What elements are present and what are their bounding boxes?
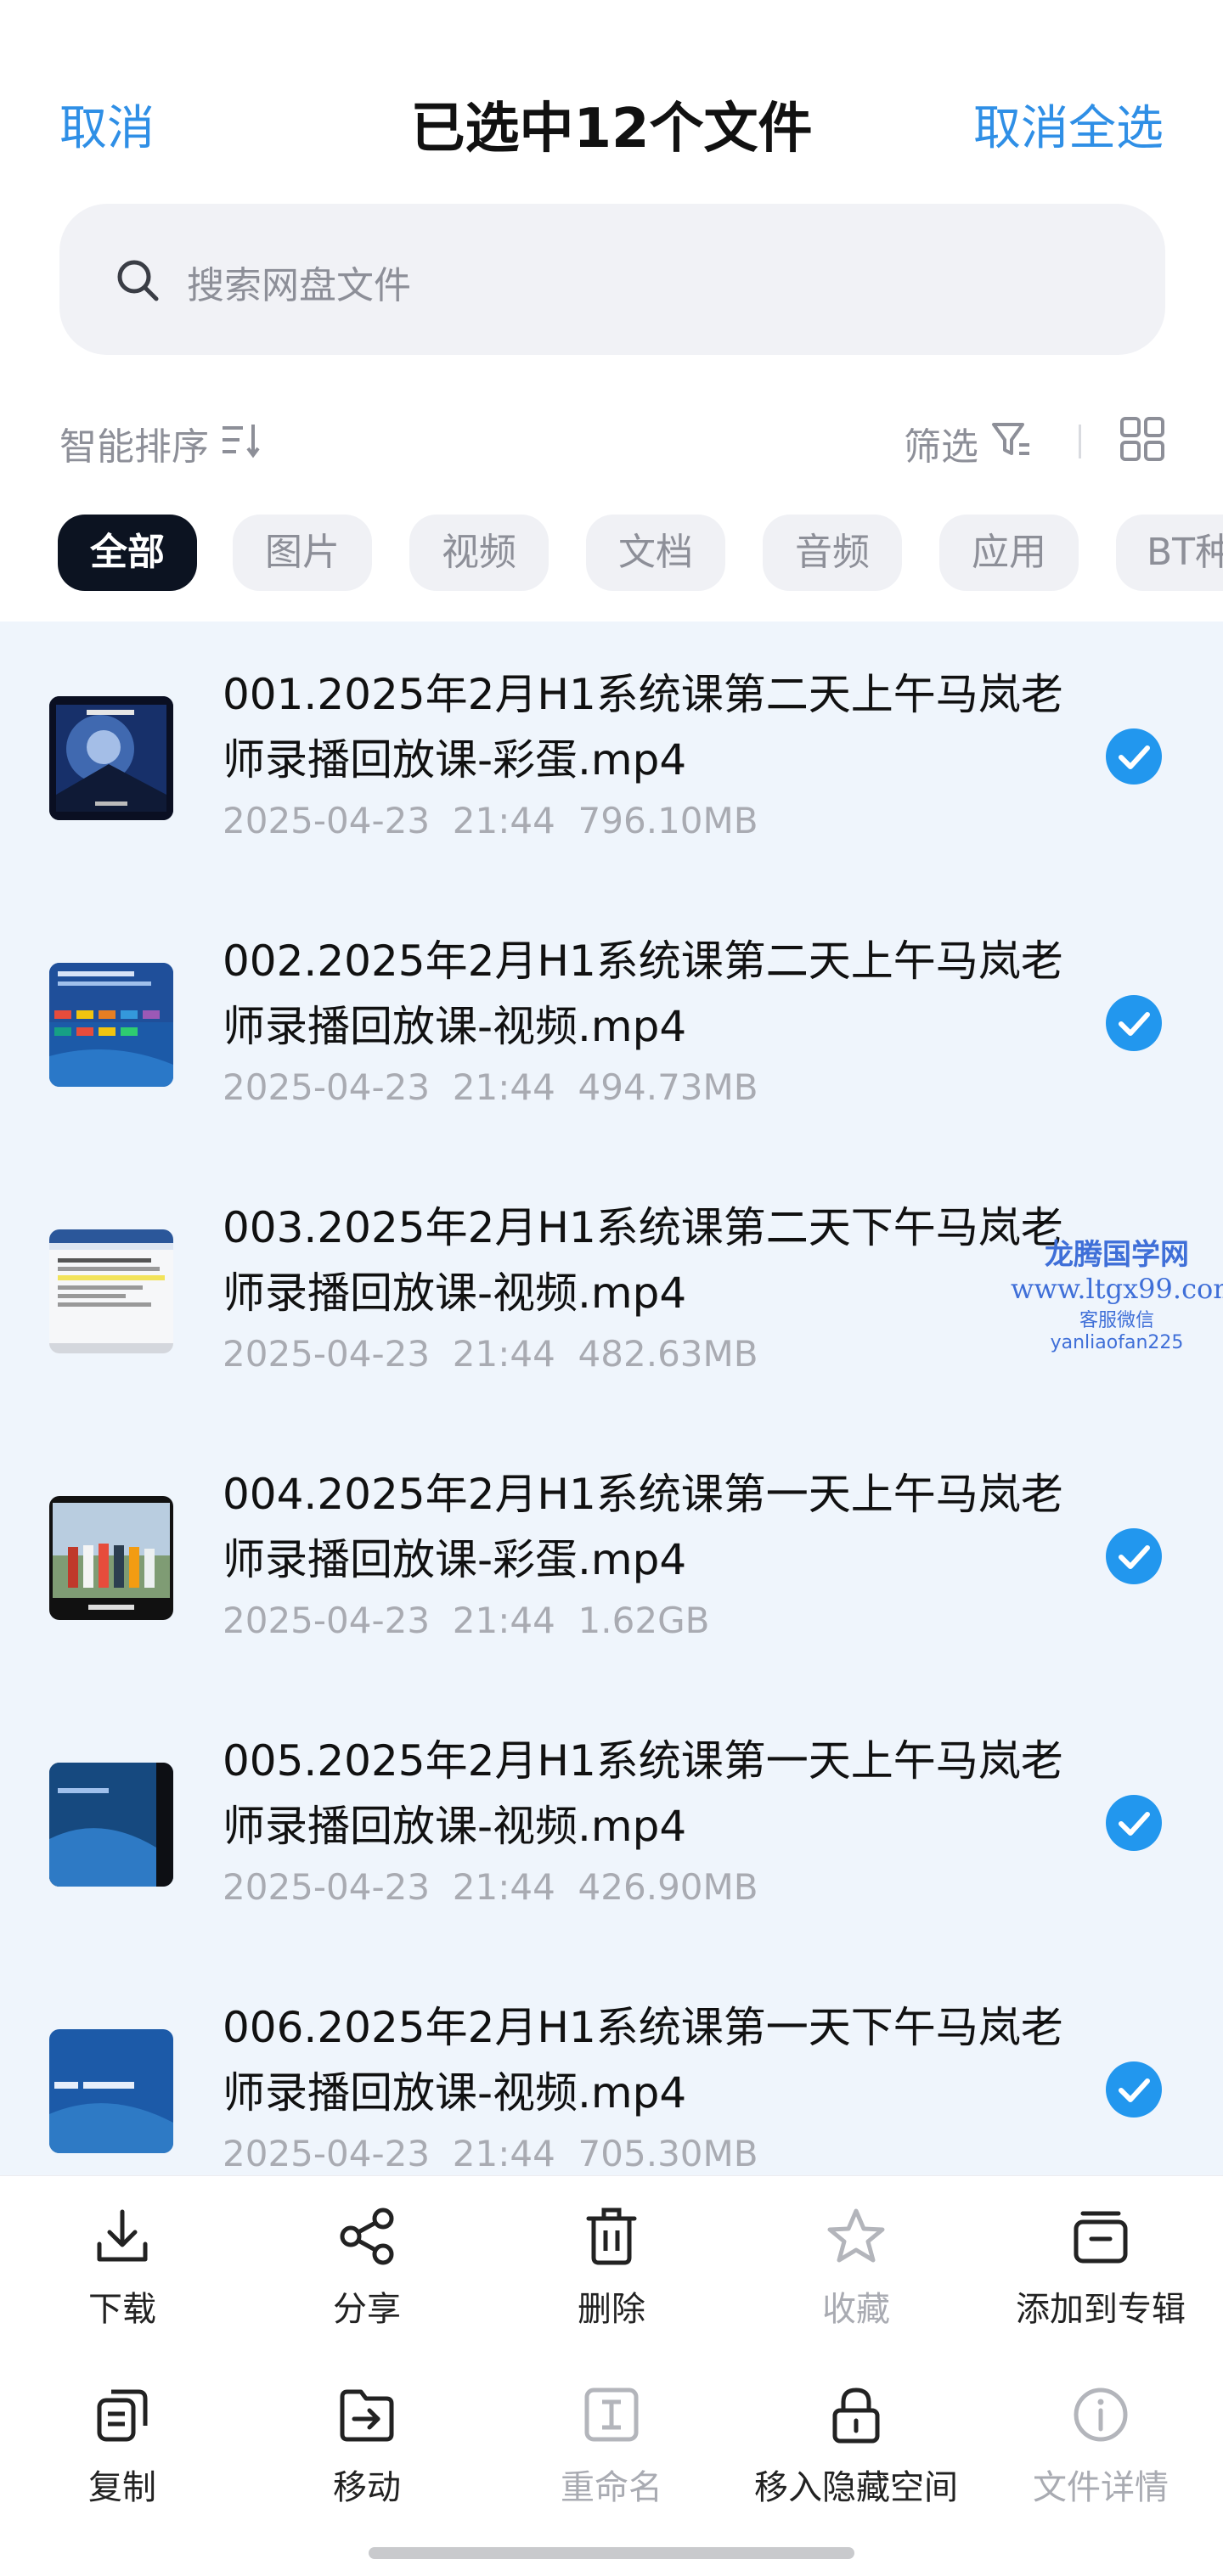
star-icon — [827, 2208, 885, 2263]
favorite-label: 收藏 — [822, 2290, 890, 2329]
sort-icon[interactable] — [219, 419, 263, 460]
action-bar: 下载 分享 删除 收藏 添加到专辑 复制 移动 重命名 移入隐藏空间 文件详情 — [0, 2175, 1223, 2576]
selected-checkbox[interactable] — [1106, 1528, 1162, 1584]
file-meta: 2025-04-23 21:44 482.63MB — [223, 1333, 758, 1375]
tab-all[interactable]: 全部 — [58, 515, 197, 591]
checkmark-icon — [1119, 1012, 1150, 1036]
watermark: 龙腾国学网 www.ltgx99.com 客服微信 yanliaofan225 — [1011, 1238, 1223, 1353]
sort-filter-row: 智能排序 筛选 — [0, 399, 1223, 484]
delete-label: 删除 — [578, 2290, 645, 2329]
file-name: 004.2025年2月H1系统课第一天上午马岚老师录播回放课-彩蛋.mp4 — [223, 1470, 1063, 1584]
deselect-all-button[interactable]: 取消全选 — [973, 90, 1164, 159]
rename-button[interactable]: 重命名 — [489, 2354, 734, 2507]
file-row[interactable]: 001.2025年2月H1系统课第二天上午马岚老师录播回放课-彩蛋.mp4 20… — [0, 622, 1223, 888]
file-meta: 2025-04-23 21:44 426.90MB — [223, 1866, 758, 1908]
share-label: 分享 — [333, 2290, 401, 2329]
move-label: 移动 — [333, 2468, 401, 2507]
home-indicator — [369, 2547, 854, 2559]
share-icon — [340, 2208, 394, 2265]
file-meta: 2025-04-23 21:44 494.73MB — [223, 1066, 758, 1108]
file-name: 003.2025年2月H1系统课第二天下午马岚老师录播回放课-视频.mp4 — [223, 1203, 1063, 1318]
checkmark-icon — [1119, 2078, 1150, 2102]
file-meta: 2025-04-23 21:44 796.10MB — [223, 800, 758, 841]
file-row[interactable]: 005.2025年2月H1系统课第一天上午马岚老师录播回放课-视频.mp4 20… — [0, 1688, 1223, 1954]
download-button[interactable]: 下载 — [0, 2176, 245, 2329]
copy-button[interactable]: 复制 — [0, 2354, 245, 2507]
video-thumbnail — [49, 2029, 173, 2153]
tab-audio[interactable]: 音频 — [763, 515, 902, 591]
video-thumbnail — [49, 1763, 173, 1887]
tab-images[interactable]: 图片 — [233, 515, 372, 591]
video-thumbnail — [49, 696, 173, 820]
file-name: 005.2025年2月H1系统课第一天上午马岚老师录播回放课-视频.mp4 — [223, 1736, 1063, 1851]
tab-videos[interactable]: 视频 — [409, 515, 549, 591]
video-thumbnail — [49, 963, 173, 1087]
delete-button[interactable]: 删除 — [489, 2176, 734, 2329]
file-meta: 2025-04-23 21:44 705.30MB — [223, 2133, 758, 2174]
add-to-album-button[interactable]: 添加到专辑 — [978, 2176, 1223, 2329]
divider — [1079, 425, 1081, 458]
trash-icon — [586, 2208, 637, 2265]
category-tabs: 全部 图片 视频 文档 音频 应用 BT种子 — [0, 515, 1223, 596]
top-bar: 取消 已选中12个文件 取消全选 — [0, 0, 1223, 170]
grid-view-icon[interactable] — [1119, 416, 1165, 462]
file-row[interactable]: 002.2025年2月H1系统课第二天上午马岚老师录播回放课-视频.mp4 20… — [0, 888, 1223, 1155]
copy-label: 复制 — [88, 2468, 156, 2507]
selected-checkbox[interactable] — [1106, 995, 1162, 1051]
search-placeholder: 搜索网盘文件 — [187, 264, 411, 307]
file-row[interactable]: 004.2025年2月H1系统课第一天上午马岚老师录播回放课-彩蛋.mp4 20… — [0, 1421, 1223, 1688]
move-to-hidden-button[interactable]: 移入隐藏空间 — [734, 2354, 978, 2507]
move-button[interactable]: 移动 — [245, 2354, 489, 2507]
checkmark-icon — [1119, 1812, 1150, 1836]
info-icon — [1074, 2388, 1128, 2442]
rename-icon — [584, 2388, 639, 2442]
copy-icon — [97, 2389, 148, 2442]
checkmark-icon — [1119, 1545, 1150, 1569]
video-thumbnail — [49, 1496, 173, 1620]
file-row[interactable]: 006.2025年2月H1系统课第一天下午马岚老师录播回放课-视频.mp4 20… — [0, 1954, 1223, 2175]
checkmark-icon — [1119, 745, 1150, 769]
file-name: 006.2025年2月H1系统课第一天下午马岚老师录播回放课-视频.mp4 — [223, 2003, 1063, 2118]
file-details-button[interactable]: 文件详情 — [978, 2354, 1223, 2507]
move-icon — [340, 2389, 394, 2442]
file-list: 001.2025年2月H1系统课第二天上午马岚老师录播回放课-彩蛋.mp4 20… — [0, 622, 1223, 2175]
file-details-label: 文件详情 — [1033, 2468, 1169, 2507]
search-input[interactable]: 搜索网盘文件 — [59, 204, 1165, 355]
rename-label: 重命名 — [561, 2468, 662, 2507]
add-to-album-label: 添加到专辑 — [1016, 2290, 1186, 2329]
filter-button[interactable]: 筛选 — [904, 416, 978, 470]
album-icon — [1074, 2211, 1128, 2264]
download-icon — [97, 2209, 148, 2262]
download-label: 下载 — [88, 2290, 156, 2329]
video-thumbnail — [49, 1229, 173, 1353]
selected-checkbox[interactable] — [1106, 2061, 1162, 2118]
filter-icon[interactable] — [990, 419, 1033, 460]
selected-checkbox[interactable] — [1106, 728, 1162, 785]
lock-icon — [832, 2388, 880, 2444]
selected-checkbox[interactable] — [1106, 1795, 1162, 1851]
move-to-hidden-label: 移入隐藏空间 — [754, 2468, 958, 2507]
file-name: 002.2025年2月H1系统课第二天上午马岚老师录播回放课-视频.mp4 — [223, 936, 1063, 1051]
tab-documents[interactable]: 文档 — [586, 515, 725, 591]
tab-apps[interactable]: 应用 — [939, 515, 1079, 591]
tab-bt[interactable]: BT种子 — [1116, 515, 1223, 591]
file-name: 001.2025年2月H1系统课第二天上午马岚老师录播回放课-彩蛋.mp4 — [223, 670, 1063, 785]
search-icon — [117, 260, 159, 301]
favorite-button[interactable]: 收藏 — [734, 2176, 978, 2329]
share-button[interactable]: 分享 — [245, 2176, 489, 2329]
sort-button[interactable]: 智能排序 — [59, 416, 209, 470]
file-meta: 2025-04-23 21:44 1.62GB — [223, 1600, 710, 1641]
